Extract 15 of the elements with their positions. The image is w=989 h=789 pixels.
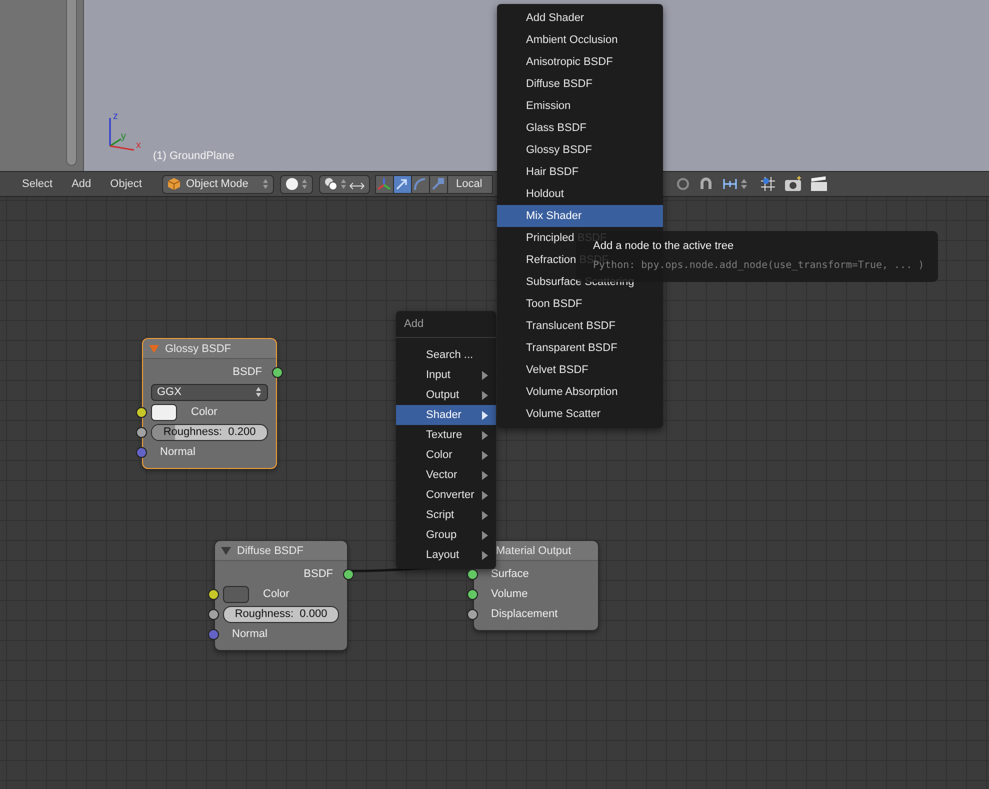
menu-title: Add [396, 311, 496, 338]
socket-label: BSDF [304, 568, 333, 580]
tooltip-text: Add a node to the active tree [593, 240, 735, 252]
socket-label: Normal [232, 628, 268, 640]
socket-label: BSDF [232, 366, 262, 378]
socket-label: Color [263, 588, 290, 600]
socket-label: Displacement [491, 608, 558, 620]
object-label: (1) GroundPlane [153, 150, 234, 162]
node-title: Diffuse BSDF [237, 544, 304, 556]
node-title: Material Output [496, 544, 572, 556]
socket-label: Volume [491, 588, 528, 600]
socket-label: Surface [491, 568, 529, 580]
node-title: Glossy BSDF [165, 342, 232, 354]
socket-label: Color [191, 406, 218, 418]
socket-label: Normal [160, 446, 196, 458]
